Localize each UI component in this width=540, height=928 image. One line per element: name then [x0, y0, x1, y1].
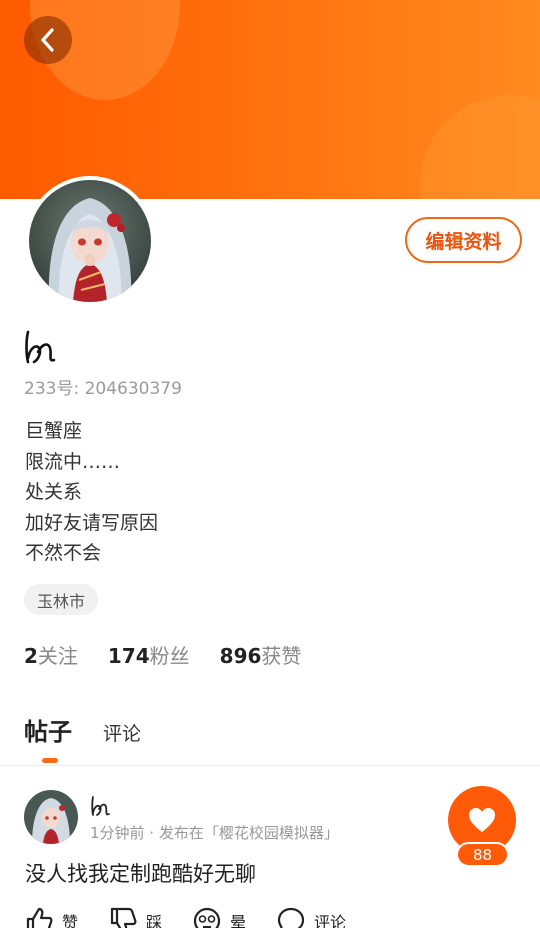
like-count-badge: 88 [456, 842, 509, 867]
post-meta: 1分钟前 · 发布在「樱花校园模拟器」 [90, 824, 339, 842]
bio-line: 巨蟹座 [25, 420, 83, 442]
bio-line: 限流中…… [25, 450, 121, 473]
content-tabs: 帖子 评论 [24, 712, 141, 763]
following-stat[interactable]: 2 关注 [24, 640, 78, 669]
bio-line: 不然不会 [25, 542, 102, 564]
comment-button[interactable]: 评论 [276, 906, 346, 928]
avatar-image [29, 180, 151, 302]
thumbs-down-button[interactable]: 踩 [108, 906, 162, 928]
followers-stat[interactable]: 174 粉丝 [108, 640, 190, 669]
edit-profile-button[interactable]: 编辑资料 [405, 217, 522, 263]
dizzy-button[interactable]: 晕 [192, 906, 246, 928]
tab-posts-label: 帖子 [24, 718, 72, 746]
likes-count: 896 [219, 644, 262, 668]
following-count: 2 [24, 644, 38, 668]
profile-stats: 2 关注 174 粉丝 896 获赞 [24, 640, 331, 669]
tab-active-indicator [42, 758, 58, 763]
heart-icon [469, 808, 495, 832]
back-button[interactable] [24, 16, 72, 64]
dizzy-face-icon [192, 906, 222, 928]
tab-posts[interactable]: 帖子 [24, 712, 72, 763]
user-id: 233号: 204630379 [24, 379, 182, 399]
comment-label: 评论 [314, 913, 347, 928]
dizzy-label: 晕 [230, 913, 247, 928]
post-content[interactable]: 没人找我定制跑酷好无聊 [25, 858, 256, 888]
nickname-glyph [91, 796, 110, 816]
tab-comments[interactable]: 评论 [103, 719, 141, 746]
banner-decoration [420, 95, 540, 199]
thumbs-down-label: 踩 [146, 913, 163, 928]
post-author-name[interactable] [90, 794, 112, 822]
likes-label: 获赞 [261, 644, 302, 668]
thumbs-down-icon [108, 906, 138, 928]
thumbs-up-label: 赞 [62, 913, 79, 928]
divider [0, 765, 540, 766]
following-label: 关注 [37, 644, 78, 668]
bio-line: 处关系 [25, 481, 83, 503]
nickname-glyph [25, 330, 56, 364]
profile-banner [0, 0, 540, 199]
post-author-avatar[interactable] [24, 790, 78, 844]
bio-line: 加好友请写原因 [25, 511, 159, 534]
city-tag[interactable]: 玉林市 [24, 584, 99, 615]
nickname [24, 328, 58, 370]
followers-label: 粉丝 [149, 644, 190, 668]
thumbs-up-button[interactable]: 赞 [24, 906, 78, 928]
bio: 巨蟹座 限流中…… 处关系 加好友请写原因 不然不会 [25, 416, 158, 569]
thumbs-up-icon [24, 906, 54, 928]
followers-count: 174 [107, 644, 150, 668]
likes-stat[interactable]: 896 获赞 [220, 640, 302, 669]
avatar[interactable] [25, 176, 155, 306]
chevron-left-icon [41, 28, 54, 52]
comment-icon [276, 906, 306, 928]
post-actions: 赞 踩 晕 评论 [24, 906, 376, 928]
